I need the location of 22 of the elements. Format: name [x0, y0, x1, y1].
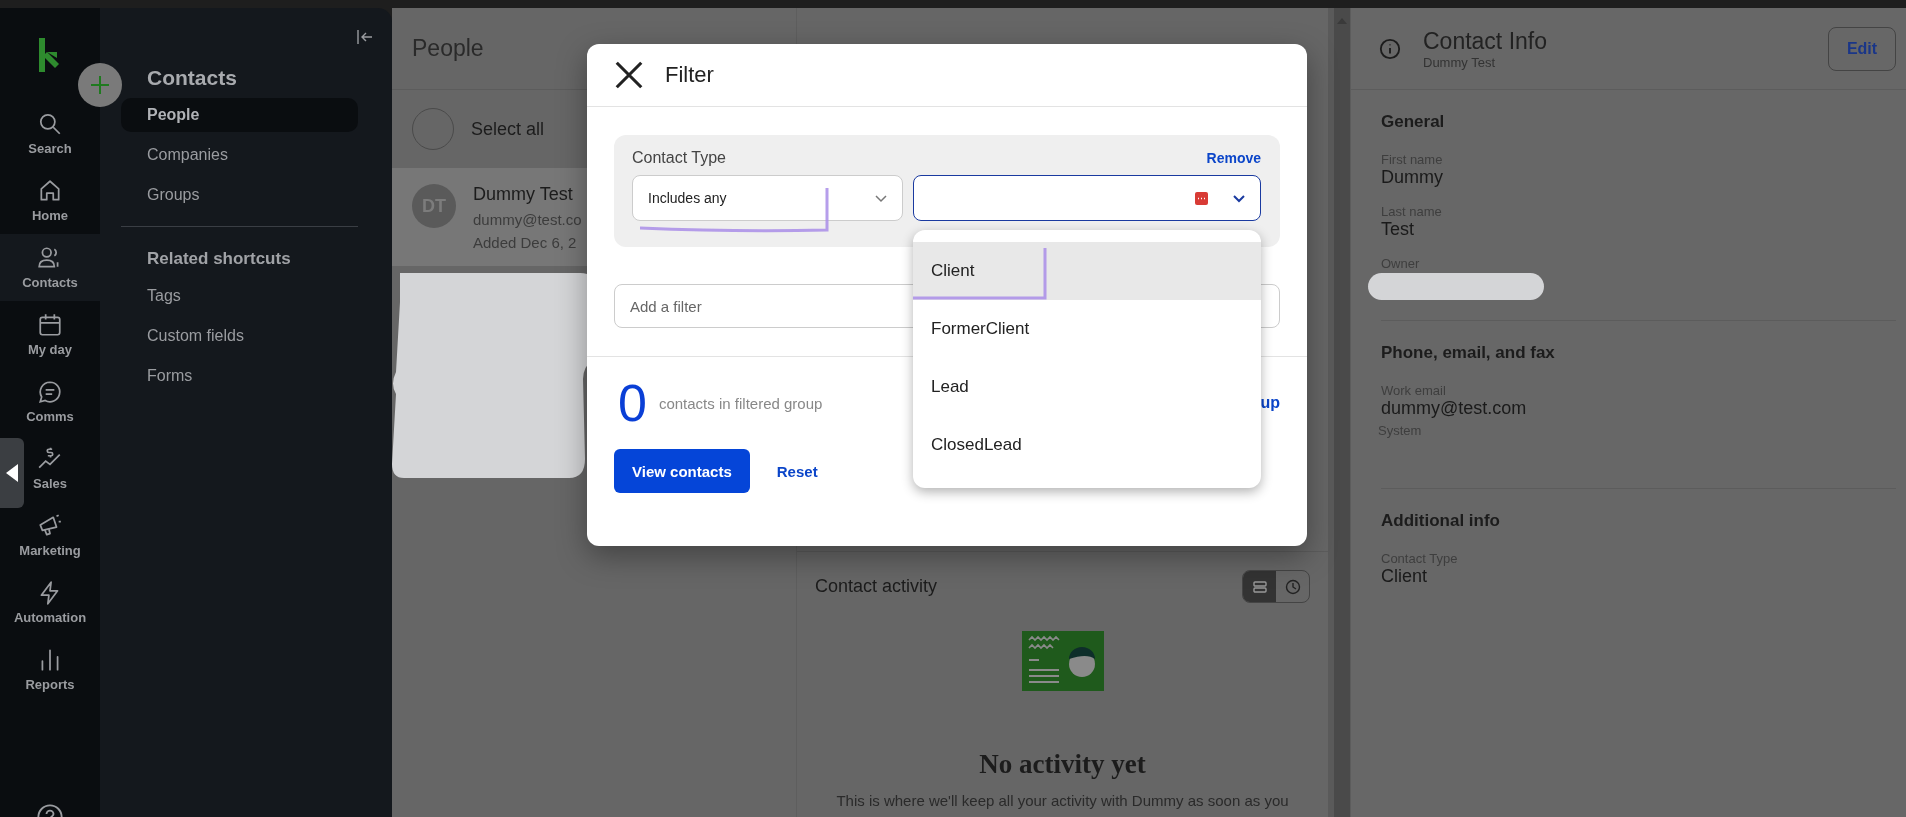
section-title: Additional info	[1381, 511, 1501, 531]
count-label: contacts in filtered group	[658, 394, 824, 412]
field-value: Client	[1381, 566, 1429, 587]
section-title: Related shortcuts	[147, 249, 292, 269]
contact-name: Dummy Test	[473, 184, 574, 205]
field-value: Dummy	[1381, 167, 1444, 188]
field-value: dummy@test.com	[1381, 398, 1528, 419]
empty-state-text: This is where we'll keep all your activity with Dummy as soon as you	[835, 792, 1290, 809]
contact-added-date: Added Dec 6, 2	[473, 234, 578, 251]
list-title: People	[412, 35, 484, 62]
panel-title: Contact Info	[1423, 27, 1549, 55]
contact-count: 0	[618, 375, 647, 431]
section-title: General	[1381, 112, 1446, 132]
field-value: Test	[1381, 219, 1415, 240]
filter-label: Contact Type	[632, 149, 726, 167]
section-title: Phone, email, and fax	[1381, 343, 1556, 363]
select-all-label: Select all	[471, 118, 545, 140]
empty-state-title: No activity yet	[978, 749, 1147, 780]
sidebar-title: Contacts	[147, 66, 238, 90]
contact-email: dummy@test.co	[473, 211, 582, 228]
section-title: Contact activity	[815, 576, 938, 597]
dialog-title: Filter	[665, 62, 714, 88]
